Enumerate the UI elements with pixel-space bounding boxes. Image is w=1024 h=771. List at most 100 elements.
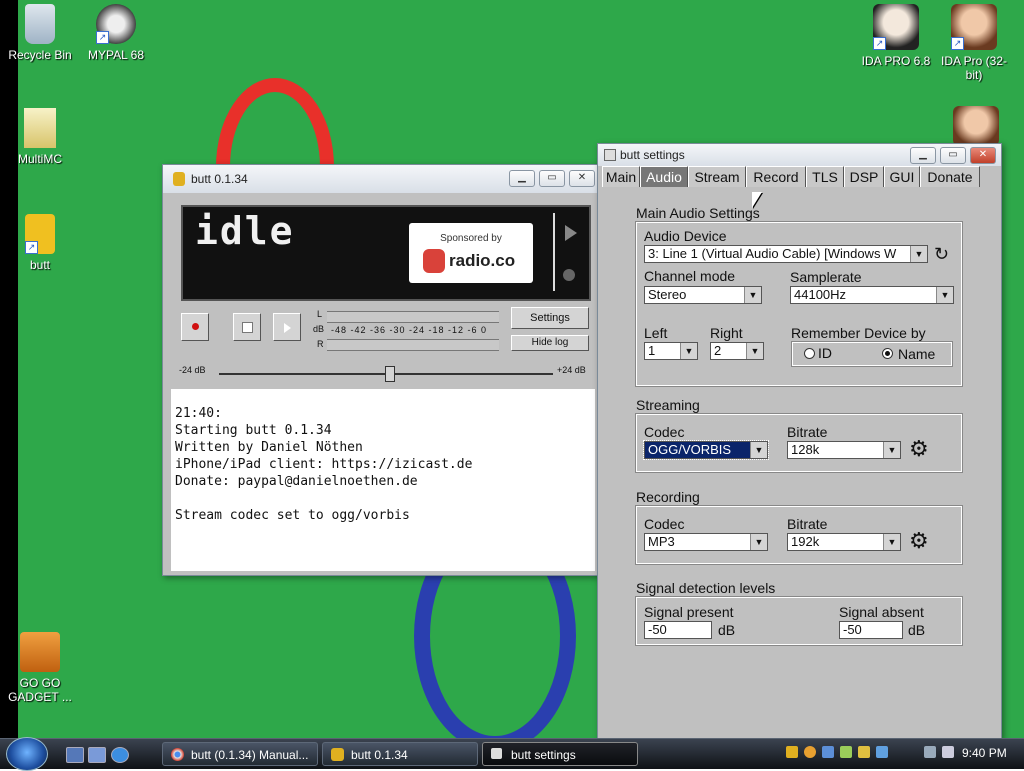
butt-shortcut[interactable]: ↗ butt — [0, 214, 80, 272]
record-bitrate-select[interactable]: 192k ▼ — [787, 533, 901, 551]
status-display: idle Sponsored by radio.co — [181, 205, 591, 301]
mouse-cursor-icon — [752, 192, 762, 208]
minimize-button[interactable]: ▁ — [509, 170, 535, 187]
recycle-bin-icon — [25, 4, 55, 44]
meter-left-bar — [327, 311, 499, 323]
signal-absent-input[interactable]: -50 — [839, 621, 903, 639]
record-indicator-icon — [563, 269, 575, 281]
taskbar-item-label: butt 0.1.34 — [351, 748, 408, 762]
stream-codec-select[interactable]: OGG/VORBIS ▼ — [643, 440, 769, 460]
remember-id-radio[interactable] — [804, 348, 815, 359]
switch-windows-icon[interactable] — [88, 747, 106, 763]
close-button[interactable]: ✕ — [569, 170, 595, 187]
main-audio-group-title: Main Audio Settings — [636, 205, 760, 221]
tab-dsp[interactable]: DSP — [844, 166, 884, 187]
gain-slider-thumb[interactable] — [385, 366, 395, 382]
channel-mode-value: Stereo — [648, 287, 687, 302]
sponsor-name: radio.co — [449, 251, 516, 270]
samplerate-select[interactable]: 44100Hz ▼ — [790, 286, 954, 304]
record-codec-select[interactable]: MP3 ▼ — [644, 533, 768, 551]
tray-app-icon[interactable] — [822, 746, 834, 758]
recycle-bin-shortcut[interactable]: Recycle Bin — [0, 4, 80, 62]
settings-button[interactable]: Settings — [511, 307, 589, 329]
mypal-shortcut[interactable]: ↗ MYPAL 68 — [76, 4, 156, 62]
ida-pro-32-shortcut[interactable]: ↗ IDA Pro (32-bit) — [934, 4, 1014, 82]
network-tray-icon[interactable] — [924, 746, 936, 758]
record-button[interactable] — [181, 313, 209, 341]
chevron-down-icon: ▼ — [936, 287, 953, 303]
stream-bitrate-label: Bitrate — [787, 424, 828, 440]
play-indicator-icon — [565, 225, 577, 241]
start-button[interactable] — [6, 737, 48, 771]
audio-device-select[interactable]: 3: Line 1 (Virtual Audio Cable) [Windows… — [644, 245, 928, 263]
left-channel-select[interactable]: 1 ▼ — [644, 342, 698, 360]
streaming-group-title: Streaming — [636, 397, 700, 413]
gain-min-label: -24 dB — [179, 365, 206, 375]
play-button[interactable] — [273, 313, 301, 341]
signal-absent-unit: dB — [908, 622, 926, 638]
remember-name-radio[interactable] — [882, 348, 893, 359]
taskbar-item-settings[interactable]: butt settings — [482, 742, 638, 766]
title-bar[interactable]: butt 0.1.34 ▁ ▭ ✕ — [163, 165, 599, 193]
tray-app-icon[interactable] — [876, 746, 888, 758]
stream-bitrate-select[interactable]: 128k ▼ — [787, 441, 901, 459]
tab-record[interactable]: Record — [746, 166, 806, 187]
settings-app-icon — [604, 149, 616, 161]
remember-id-label: ID — [818, 345, 832, 361]
signal-present-label: Signal present — [644, 604, 734, 620]
right-channel-select[interactable]: 2 ▼ — [710, 342, 764, 360]
stop-button[interactable] — [233, 313, 261, 341]
taskbar-item-butt[interactable]: butt 0.1.34 — [322, 742, 478, 766]
status-text: idle — [195, 209, 295, 253]
minimize-button[interactable]: ▁ — [910, 147, 936, 164]
close-button[interactable]: ✕ — [970, 147, 996, 164]
butt-tray-icon[interactable] — [786, 746, 798, 758]
stream-codec-label: Codec — [644, 424, 685, 440]
signal-present-input[interactable]: -50 — [644, 621, 712, 639]
search-tray-icon[interactable] — [804, 746, 816, 758]
remember-device-label: Remember Device by — [791, 325, 926, 341]
desktop-icon-label: butt — [29, 258, 50, 272]
gear-icon[interactable]: ⚙ — [909, 438, 929, 460]
taskbar-item-label: butt settings — [511, 748, 576, 762]
desktop-icon-label: IDA Pro (32-bit) — [940, 54, 1008, 82]
taskbar-clock[interactable]: 9:40 PM — [962, 746, 1007, 760]
channel-mode-select[interactable]: Stereo ▼ — [644, 286, 762, 304]
title-bar[interactable]: butt settings ▁ ▭ ✕ — [598, 144, 1001, 166]
internet-explorer-icon[interactable] — [111, 747, 129, 763]
samplerate-value: 44100Hz — [794, 287, 847, 302]
left-channel-value: 1 — [648, 343, 656, 358]
hide-log-button[interactable]: Hide log — [511, 335, 589, 351]
meter-db-label: dB — [313, 324, 325, 334]
multimc-shortcut[interactable]: MultiMC — [0, 108, 80, 166]
tray-app-icon[interactable] — [840, 746, 852, 758]
ida-portrait-icon: ↗ — [951, 4, 997, 50]
gain-max-label: +24 dB — [557, 365, 586, 375]
tab-tls[interactable]: TLS — [806, 166, 844, 187]
volume-tray-icon[interactable] — [942, 746, 954, 758]
tab-stream[interactable]: Stream — [688, 166, 746, 187]
shortcut-arrow-icon: ↗ — [25, 241, 38, 254]
gadget-shortcut[interactable]: GO GO GADGET ... — [0, 632, 80, 704]
audio-device-value: 3: Line 1 (Virtual Audio Cable) [Windows… — [648, 246, 897, 261]
samplerate-label: Samplerate — [790, 269, 862, 285]
restore-button[interactable]: ▭ — [539, 170, 565, 187]
chevron-down-icon: ▼ — [910, 246, 927, 262]
restore-button[interactable]: ▭ — [940, 147, 966, 164]
taskbar-item-manual[interactable]: butt (0.1.34) Manual... — [162, 742, 318, 766]
show-desktop-icon[interactable] — [66, 747, 84, 763]
stream-bitrate-value: 128k — [791, 442, 820, 457]
sponsor-banner[interactable]: Sponsored by radio.co — [409, 223, 533, 283]
ida-pro-68-shortcut[interactable]: ↗ IDA PRO 6.8 — [856, 4, 936, 68]
log-panel[interactable]: 21:40: Starting butt 0.1.34 Written by D… — [171, 389, 595, 571]
tab-main[interactable]: Main — [602, 166, 640, 187]
record-icon — [191, 323, 199, 330]
window-icon — [491, 748, 502, 759]
tab-donate[interactable]: Donate — [920, 166, 980, 187]
refresh-icon[interactable]: ↻ — [934, 243, 949, 265]
tab-gui[interactable]: GUI — [884, 166, 920, 187]
tab-audio[interactable]: Audio — [640, 166, 688, 187]
signal-group-title: Signal detection levels — [636, 580, 776, 596]
gear-icon[interactable]: ⚙ — [909, 530, 929, 552]
tray-app-icon[interactable] — [858, 746, 870, 758]
